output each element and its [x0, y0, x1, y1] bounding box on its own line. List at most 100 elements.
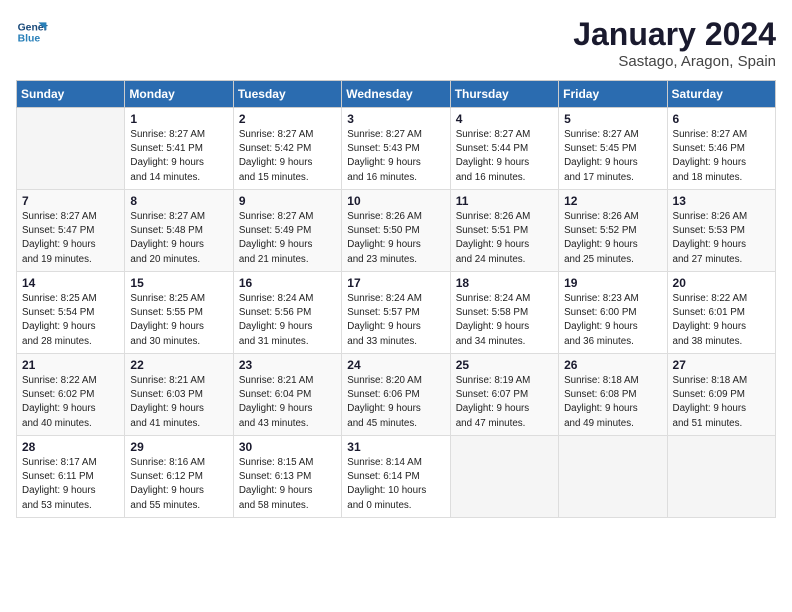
day-info: Sunrise: 8:25 AM Sunset: 5:54 PM Dayligh…: [22, 292, 120, 349]
calendar-cell: 10Sunrise: 8:26 AM Sunset: 5:50 PM Dayli…: [342, 190, 450, 272]
day-number: 6: [673, 112, 771, 126]
day-info: Sunrise: 8:22 AM Sunset: 6:02 PM Dayligh…: [22, 374, 120, 431]
header: General Blue January 2024 Sastago, Arago…: [16, 16, 776, 70]
day-info: Sunrise: 8:27 AM Sunset: 5:41 PM Dayligh…: [130, 128, 228, 185]
day-number: 5: [564, 112, 662, 126]
weekday-header-monday: Monday: [125, 81, 233, 108]
weekday-header-row: SundayMondayTuesdayWednesdayThursdayFrid…: [17, 81, 776, 108]
calendar-cell: 3 Sunrise: 8:27 AM Sunset: 5:43 PM Daylig…: [342, 108, 450, 190]
day-info: Sunrise: 8:27 AM Sunset: 5:45 PM Dayligh…: [564, 128, 662, 185]
calendar-cell: 30 Sunrise: 8:15 AM Sunset: 6:13 PM Dayli…: [233, 436, 341, 518]
day-info: Sunrise: 8:18 AM Sunset: 6:08 PM Dayligh…: [564, 374, 662, 431]
calendar-cell: 14 Sunrise: 8:25 AM Sunset: 5:54 PM Dayli…: [17, 272, 125, 354]
calendar-week-row: 28Sunrise: 8:17 AM Sunset: 6:11 PM Dayli…: [17, 436, 776, 518]
calendar-cell: 20 Sunrise: 8:22 AM Sunset: 6:01 PM Dayli…: [667, 272, 775, 354]
calendar-cell: 1 Sunrise: 8:27 AM Sunset: 5:41 PM Daylig…: [125, 108, 233, 190]
day-info: Sunrise: 8:26 AM Sunset: 5:53 PM Dayligh…: [673, 210, 771, 267]
calendar-week-row: 7Sunrise: 8:27 AM Sunset: 5:47 PM Daylig…: [17, 190, 776, 272]
day-info: Sunrise: 8:20 AM Sunset: 6:06 PM Dayligh…: [347, 374, 445, 431]
month-title: January 2024: [573, 16, 776, 53]
calendar-cell: 22 Sunrise: 8:21 AM Sunset: 6:03 PM Dayli…: [125, 354, 233, 436]
day-info: Sunrise: 8:24 AM Sunset: 5:58 PM Dayligh…: [456, 292, 554, 349]
calendar-cell: [450, 436, 558, 518]
day-info: Sunrise: 8:26 AM Sunset: 5:51 PM Dayligh…: [456, 210, 554, 267]
svg-text:Blue: Blue: [18, 34, 41, 45]
day-info: Sunrise: 8:27 AM Sunset: 5:46 PM Dayligh…: [673, 128, 771, 185]
day-number: 30: [239, 440, 337, 454]
main-container: General Blue January 2024 Sastago, Arago…: [0, 0, 792, 526]
calendar-cell: [667, 436, 775, 518]
calendar-cell: 12 Sunrise: 8:26 AM Sunset: 5:52 PM Dayli…: [559, 190, 667, 272]
weekday-header-friday: Friday: [559, 81, 667, 108]
day-number: 22: [130, 358, 228, 372]
weekday-header-thursday: Thursday: [450, 81, 558, 108]
day-number: 17: [347, 276, 445, 290]
day-number: 3: [347, 112, 445, 126]
title-area: January 2024 Sastago, Aragon, Spain: [573, 16, 776, 70]
day-number: 15: [130, 276, 228, 290]
day-number: 29: [130, 440, 228, 454]
day-number: 16: [239, 276, 337, 290]
day-number: 2: [239, 112, 337, 126]
calendar-cell: 5 Sunrise: 8:27 AM Sunset: 5:45 PM Daylig…: [559, 108, 667, 190]
day-number: 27: [673, 358, 771, 372]
day-info: Sunrise: 8:16 AM Sunset: 6:12 PM Dayligh…: [130, 456, 228, 513]
weekday-header-wednesday: Wednesday: [342, 81, 450, 108]
calendar-cell: [559, 436, 667, 518]
calendar-cell: 4 Sunrise: 8:27 AM Sunset: 5:44 PM Daylig…: [450, 108, 558, 190]
day-info: Sunrise: 8:25 AM Sunset: 5:55 PM Dayligh…: [130, 292, 228, 349]
day-number: 23: [239, 358, 337, 372]
day-info: Sunrise: 8:14 AM Sunset: 6:14 PM Dayligh…: [347, 456, 445, 513]
calendar-cell: 9Sunrise: 8:27 AM Sunset: 5:49 PM Daylig…: [233, 190, 341, 272]
calendar-cell: 16 Sunrise: 8:24 AM Sunset: 5:56 PM Dayli…: [233, 272, 341, 354]
calendar-cell: 6 Sunrise: 8:27 AM Sunset: 5:46 PM Daylig…: [667, 108, 775, 190]
day-info: Sunrise: 8:21 AM Sunset: 6:03 PM Dayligh…: [130, 374, 228, 431]
calendar-cell: 25 Sunrise: 8:19 AM Sunset: 6:07 PM Dayli…: [450, 354, 558, 436]
day-number: 25: [456, 358, 554, 372]
calendar-cell: 11 Sunrise: 8:26 AM Sunset: 5:51 PM Dayli…: [450, 190, 558, 272]
day-number: 8: [130, 194, 228, 208]
logo-icon: General Blue: [16, 16, 48, 48]
day-info: Sunrise: 8:15 AM Sunset: 6:13 PM Dayligh…: [239, 456, 337, 513]
calendar-cell: 31 Sunrise: 8:14 AM Sunset: 6:14 PM Dayli…: [342, 436, 450, 518]
day-number: 12: [564, 194, 662, 208]
calendar-week-row: 1 Sunrise: 8:27 AM Sunset: 5:41 PM Daylig…: [17, 108, 776, 190]
weekday-header-tuesday: Tuesday: [233, 81, 341, 108]
day-number: 24: [347, 358, 445, 372]
day-info: Sunrise: 8:24 AM Sunset: 5:56 PM Dayligh…: [239, 292, 337, 349]
day-info: Sunrise: 8:27 AM Sunset: 5:43 PM Dayligh…: [347, 128, 445, 185]
calendar-cell: 7Sunrise: 8:27 AM Sunset: 5:47 PM Daylig…: [17, 190, 125, 272]
day-info: Sunrise: 8:19 AM Sunset: 6:07 PM Dayligh…: [456, 374, 554, 431]
day-info: Sunrise: 8:27 AM Sunset: 5:47 PM Dayligh…: [22, 210, 120, 267]
day-info: Sunrise: 8:27 AM Sunset: 5:44 PM Dayligh…: [456, 128, 554, 185]
day-number: 9: [239, 194, 337, 208]
day-number: 20: [673, 276, 771, 290]
calendar-table: SundayMondayTuesdayWednesdayThursdayFrid…: [16, 80, 776, 518]
day-info: Sunrise: 8:18 AM Sunset: 6:09 PM Dayligh…: [673, 374, 771, 431]
calendar-cell: 19 Sunrise: 8:23 AM Sunset: 6:00 PM Dayli…: [559, 272, 667, 354]
calendar-cell: 27 Sunrise: 8:18 AM Sunset: 6:09 PM Dayli…: [667, 354, 775, 436]
calendar-week-row: 21 Sunrise: 8:22 AM Sunset: 6:02 PM Dayli…: [17, 354, 776, 436]
calendar-cell: 24 Sunrise: 8:20 AM Sunset: 6:06 PM Dayli…: [342, 354, 450, 436]
day-info: Sunrise: 8:26 AM Sunset: 5:50 PM Dayligh…: [347, 210, 445, 267]
day-number: 19: [564, 276, 662, 290]
day-info: Sunrise: 8:22 AM Sunset: 6:01 PM Dayligh…: [673, 292, 771, 349]
day-info: Sunrise: 8:27 AM Sunset: 5:42 PM Dayligh…: [239, 128, 337, 185]
day-number: 31: [347, 440, 445, 454]
day-number: 21: [22, 358, 120, 372]
day-info: Sunrise: 8:23 AM Sunset: 6:00 PM Dayligh…: [564, 292, 662, 349]
day-number: 18: [456, 276, 554, 290]
calendar-cell: 23Sunrise: 8:21 AM Sunset: 6:04 PM Dayli…: [233, 354, 341, 436]
weekday-header-saturday: Saturday: [667, 81, 775, 108]
day-number: 26: [564, 358, 662, 372]
calendar-cell: 13Sunrise: 8:26 AM Sunset: 5:53 PM Dayli…: [667, 190, 775, 272]
day-info: Sunrise: 8:26 AM Sunset: 5:52 PM Dayligh…: [564, 210, 662, 267]
day-number: 4: [456, 112, 554, 126]
calendar-cell: 28Sunrise: 8:17 AM Sunset: 6:11 PM Dayli…: [17, 436, 125, 518]
day-number: 1: [130, 112, 228, 126]
day-info: Sunrise: 8:24 AM Sunset: 5:57 PM Dayligh…: [347, 292, 445, 349]
day-number: 14: [22, 276, 120, 290]
calendar-cell: [17, 108, 125, 190]
calendar-cell: 26 Sunrise: 8:18 AM Sunset: 6:08 PM Dayli…: [559, 354, 667, 436]
day-number: 11: [456, 194, 554, 208]
